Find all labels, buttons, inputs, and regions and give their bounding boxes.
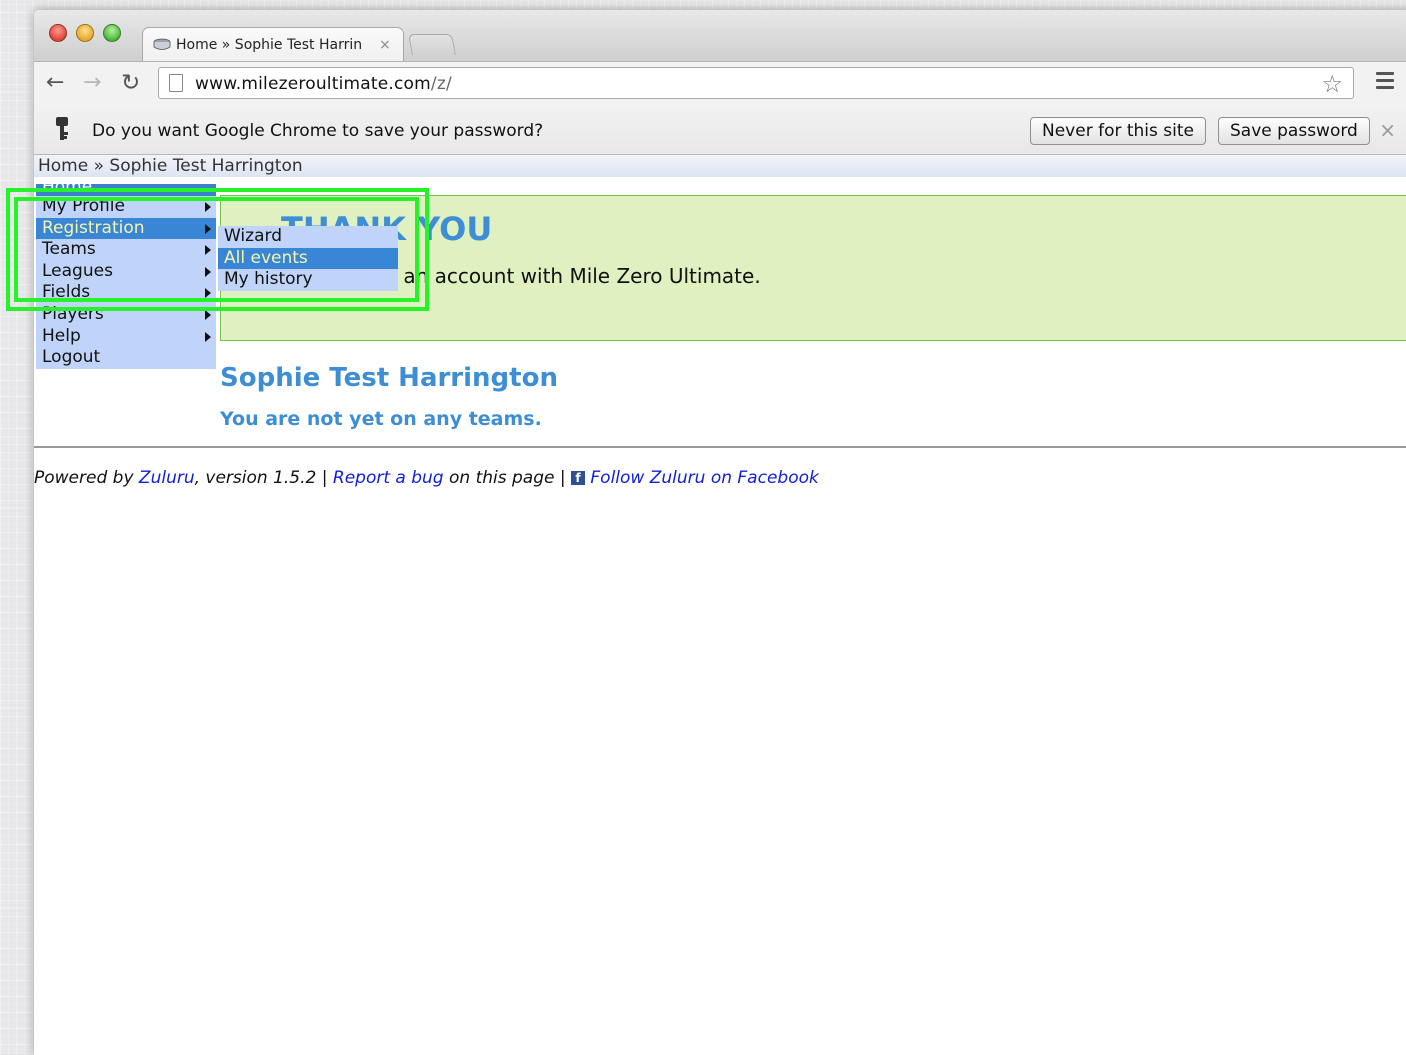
follow-facebook-link[interactable]: Follow Zuluru on Facebook [590,468,818,488]
browser-tab[interactable]: Home » Sophie Test Harrin × [142,27,404,61]
submenu-arrow-icon [205,331,211,342]
chrome-menu-icon[interactable] [1376,72,1394,93]
tab-title: Home » Sophie Test Harrin [176,36,363,53]
page-icon [169,74,183,92]
zoom-window-button[interactable] [103,24,121,42]
infobar-message: Do you want Google Chrome to save your p… [92,121,544,141]
forward-icon[interactable]: → [83,70,101,96]
url-text[interactable]: www.milezeroultimate.com/z/ [195,74,452,94]
bookmark-star-icon[interactable]: ☆ [1321,70,1343,98]
breadcrumb[interactable]: Home » Sophie Test Harrington [34,155,1406,177]
facebook-icon: f [571,471,585,485]
site-favicon-icon [153,38,171,50]
browser-toolbar: ← → ↻ www.milezeroultimate.com/z/ ☆ [34,61,1406,107]
never-for-this-site-button[interactable]: Never for this site [1030,117,1206,145]
tab-close-icon[interactable]: × [379,37,391,53]
minimize-window-button[interactable] [76,24,94,42]
zuluru-link[interactable]: Zuluru [139,468,195,488]
teams-note: You are not yet on any teams. [220,408,542,430]
report-bug-link[interactable]: Report a bug [333,468,444,488]
submenu-arrow-icon [205,309,211,320]
infobar-close-icon[interactable]: × [1379,118,1396,142]
highlight-box [14,197,419,302]
tab-strip: Home » Sophie Test Harrin × [34,10,1406,61]
password-infobar: Do you want Google Chrome to save your p… [34,106,1406,155]
key-icon [52,116,72,148]
reload-icon[interactable]: ↻ [121,70,140,96]
footer-divider [34,446,1406,448]
menu-item-logout[interactable]: Logout [36,347,216,369]
address-bar[interactable]: www.milezeroultimate.com/z/ ☆ [158,67,1354,99]
close-window-button[interactable] [49,24,67,42]
back-icon[interactable]: ← [46,70,64,96]
menu-item-help[interactable]: Help [36,325,216,348]
browser-window: Home » Sophie Test Harrin × ← → ↻ www.mi… [34,10,1406,1055]
save-password-button[interactable]: Save password [1218,117,1370,145]
profile-name-heading: Sophie Test Harrington [220,363,558,393]
footer: Powered by Zuluru, version 1.5.2 | Repor… [34,468,819,488]
new-tab-button[interactable] [408,34,456,55]
